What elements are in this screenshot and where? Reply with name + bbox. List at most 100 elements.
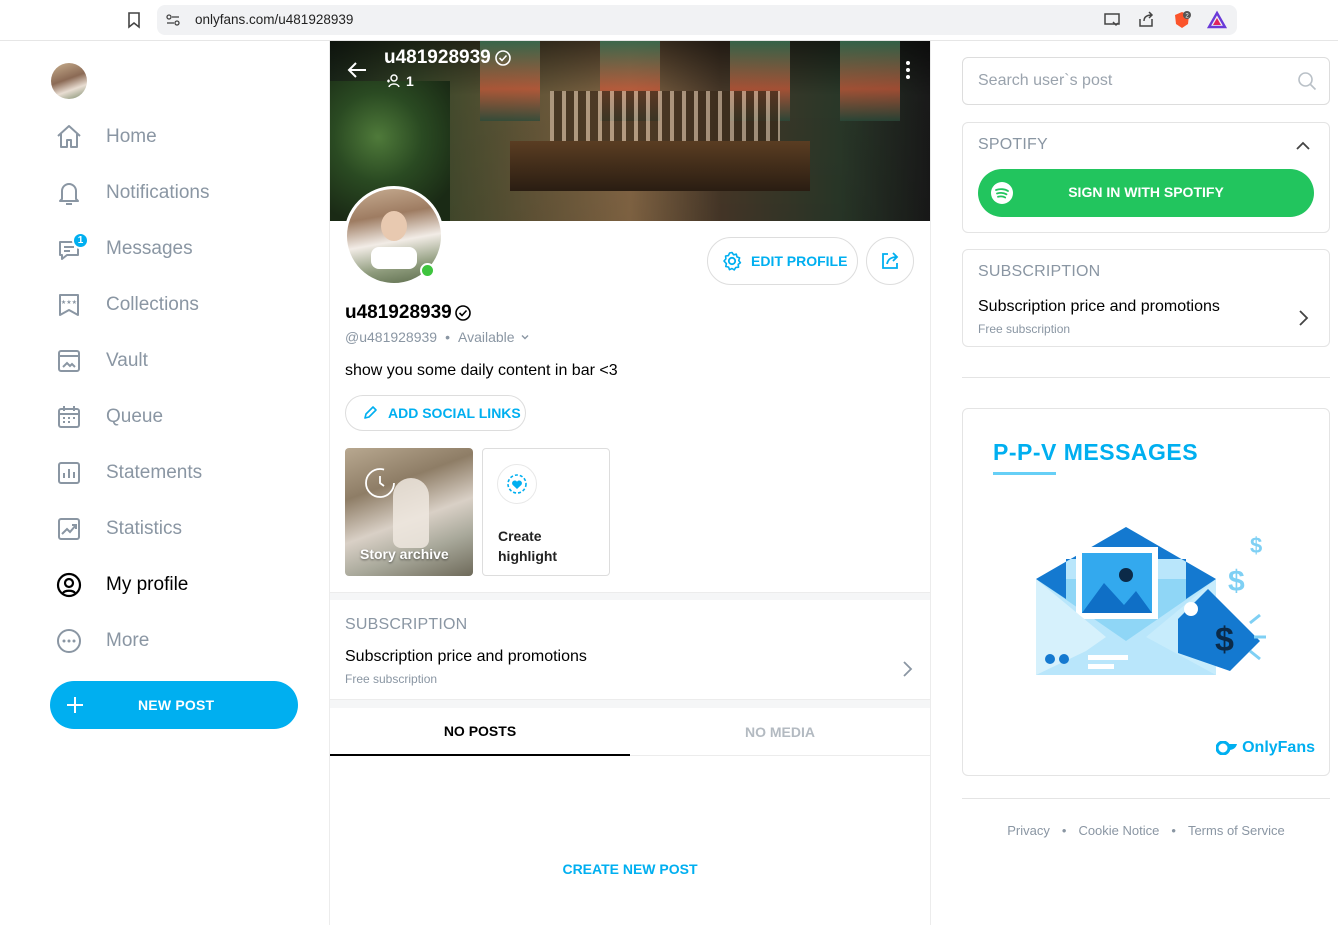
sidebar-item-statements[interactable]: Statements (50, 451, 310, 495)
tab-posts[interactable]: NO POSTS (330, 708, 630, 756)
add-highlight-icon (497, 464, 537, 504)
chevron-down-icon (521, 335, 529, 340)
share-icon (882, 252, 899, 269)
cover-title-text: u481928939 (384, 47, 491, 68)
profile-bio: show you some daily content in bar <3 (345, 362, 618, 379)
site-settings-icon[interactable] (165, 12, 181, 28)
sidebar-item-home[interactable]: Home (50, 115, 310, 159)
pencil-icon (364, 406, 377, 419)
profile-main: u481928939 1 EDIT PROFILE u481928939 @u4… (330, 41, 931, 925)
new-post-button[interactable]: NEW POST (50, 681, 298, 729)
ppv-promo-card[interactable]: P-P-V MESSAGES $ $ $ OnlyFans (962, 408, 1330, 776)
onlyfans-logo: OnlyFans (1216, 739, 1315, 757)
calendar-icon (50, 398, 88, 436)
cover-title: u481928939 (384, 47, 512, 69)
fans-count-value: 1 (406, 73, 414, 89)
sidebar-item-my-profile[interactable]: My profile (50, 563, 310, 607)
brave-rewards-icon[interactable] (1207, 10, 1227, 30)
divider (962, 377, 1330, 378)
availability-label: Available (457, 329, 515, 345)
sidebar-item-label: Collections (106, 294, 199, 315)
content-tabs: NO POSTS NO MEDIA (330, 708, 930, 756)
promo-underline (993, 472, 1056, 475)
search-input[interactable] (978, 58, 1278, 104)
sidebar-item-label: Statistics (106, 518, 183, 539)
svg-text:★★★: ★★★ (61, 299, 77, 306)
new-post-label: NEW POST (138, 697, 215, 713)
url-text: onlyfans.com/u481928939 (195, 12, 354, 27)
dots-circle-icon (50, 622, 88, 660)
sidebar-item-queue[interactable]: Queue (50, 395, 310, 439)
section-divider (330, 699, 930, 708)
share-page-icon[interactable] (1136, 10, 1156, 30)
verified-icon (494, 50, 511, 66)
add-social-links-label: ADD SOCIAL LINKS (388, 405, 521, 421)
share-profile-button[interactable] (866, 237, 914, 285)
tab-media[interactable]: NO MEDIA (630, 708, 930, 756)
sidebar-item-label: My profile (106, 574, 189, 595)
edit-profile-button[interactable]: EDIT PROFILE (707, 237, 858, 285)
subscription-card[interactable]: SUBSCRIPTION Subscription price and prom… (962, 249, 1330, 347)
subscription-row[interactable]: Subscription price and promotions Free s… (345, 648, 915, 692)
clock-icon (365, 468, 395, 498)
svg-text:$: $ (1228, 565, 1245, 598)
subscription-row-sub: Free subscription (345, 672, 438, 686)
plus-icon (67, 697, 83, 713)
address-bar[interactable]: onlyfans.com/u481928939 2 (157, 5, 1237, 35)
brave-shield-icon[interactable]: 2 (1172, 10, 1192, 30)
messages-badge: 1 (72, 232, 89, 249)
spotify-sign-in-button[interactable]: SIGN IN WITH SPOTIFY (978, 169, 1314, 217)
sidebar-item-label: Home (106, 126, 157, 147)
add-social-links-button[interactable]: ADD SOCIAL LINKS (345, 395, 526, 431)
profile-handle: @u481928939 (345, 329, 438, 345)
sidebar-item-messages[interactable]: 1 Messages (50, 227, 310, 271)
user-circle-icon (50, 566, 88, 604)
sidebar-item-notifications[interactable]: Notifications (50, 171, 310, 215)
highlight-story-archive[interactable]: Story archive (345, 448, 473, 576)
chevron-right-icon (903, 661, 913, 677)
bookmark-icon[interactable] (124, 10, 144, 30)
separator-dot: • (445, 329, 450, 345)
sidebar-item-label: More (106, 630, 150, 651)
highlight-create[interactable]: Create highlight (482, 448, 610, 576)
image-folder-icon (50, 342, 88, 380)
chat-icon: 1 (50, 230, 89, 268)
sidebar-item-vault[interactable]: Vault (50, 339, 310, 383)
footer-links: Privacy • Cookie Notice • Terms of Servi… (962, 823, 1330, 838)
create-new-post-link[interactable]: CREATE NEW POST (330, 861, 930, 877)
section-divider (330, 592, 930, 600)
footer-link-privacy[interactable]: Privacy (1007, 823, 1050, 838)
spotify-button-label: SIGN IN WITH SPOTIFY (1068, 184, 1224, 200)
left-sidebar: Home Notifications 1 Messages ★★★ Collec… (0, 41, 330, 925)
trend-chart-icon (50, 510, 88, 548)
highlight-label: Create highlight (498, 528, 558, 564)
sidebar-item-more[interactable]: More (50, 619, 310, 663)
handle-row: @u481928939 • Available (345, 329, 530, 345)
onlyfans-brand-text: OnlyFans (1242, 739, 1315, 756)
account-avatar[interactable] (51, 63, 87, 99)
sidebar-item-collections[interactable]: ★★★ Collections (50, 283, 310, 327)
availability-dropdown[interactable]: Available (458, 329, 530, 345)
back-arrow-icon[interactable] (346, 59, 368, 81)
spotify-card: SPOTIFY SIGN IN WITH SPOTIFY (962, 122, 1330, 233)
svg-text:$: $ (1215, 621, 1234, 659)
profile-name: u481928939 (345, 302, 472, 324)
envelope-price-tag-icon: $ $ $ (1036, 527, 1266, 675)
subscription-card-row-title: Subscription price and promotions (978, 298, 1220, 315)
chevron-up-icon[interactable] (1295, 138, 1311, 154)
online-status-dot (420, 263, 435, 278)
subscription-card-title: SUBSCRIPTION (978, 263, 1101, 280)
profile-name-text: u481928939 (345, 302, 452, 323)
more-options-icon[interactable] (900, 59, 916, 81)
footer-link-cookie-notice[interactable]: Cookie Notice (1078, 823, 1159, 838)
bar-chart-icon (50, 454, 88, 492)
subscription-title: SUBSCRIPTION (345, 616, 468, 633)
search-box (962, 57, 1330, 105)
browser-toolbar: onlyfans.com/u481928939 2 (0, 0, 1338, 41)
search-icon[interactable] (1297, 71, 1317, 91)
sidebar-item-label: Statements (106, 462, 203, 483)
sidebar-item-label: Vault (106, 350, 148, 371)
cast-icon[interactable] (1102, 10, 1122, 30)
footer-link-terms[interactable]: Terms of Service (1188, 823, 1285, 838)
sidebar-item-statistics[interactable]: Statistics (50, 507, 310, 551)
